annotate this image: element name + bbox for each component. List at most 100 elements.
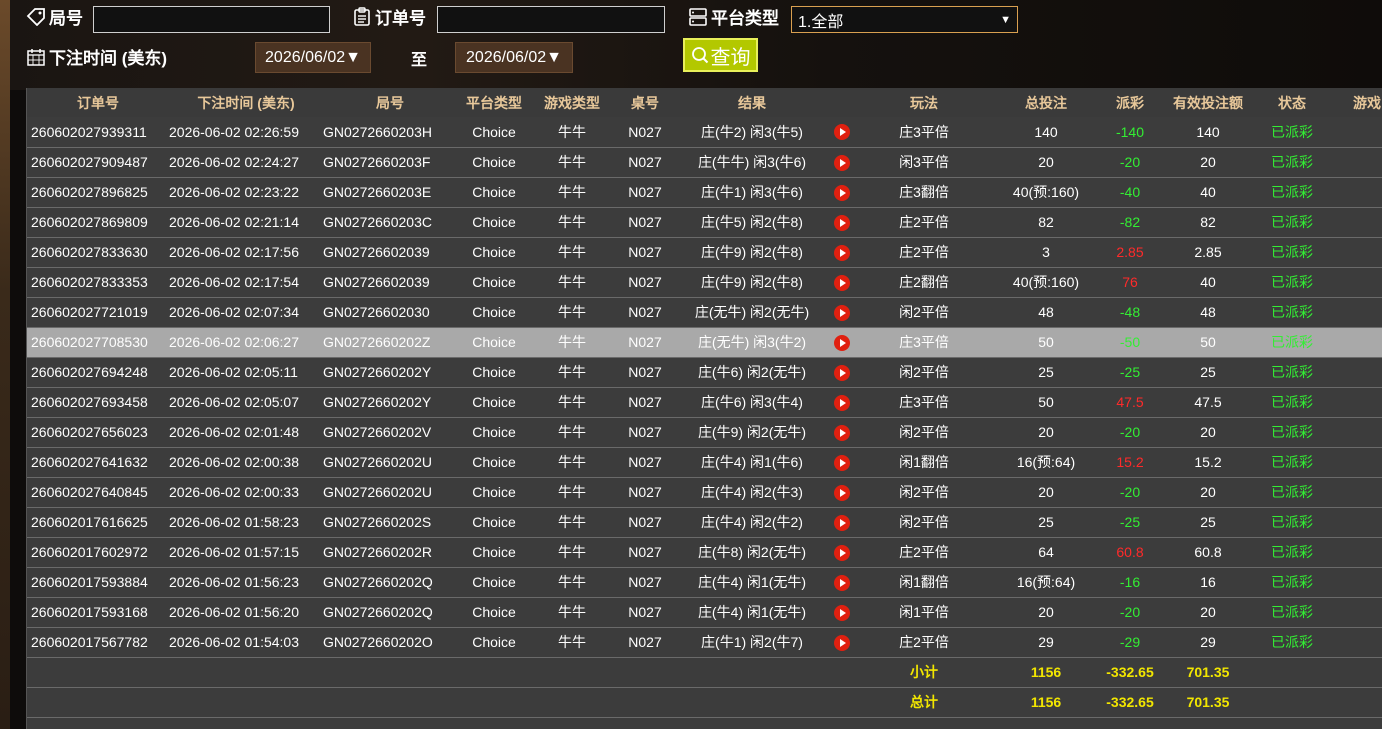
play-replay-icon[interactable] — [834, 604, 850, 621]
play-replay-icon[interactable] — [834, 454, 850, 471]
total-bet-cell: 64 — [991, 537, 1101, 568]
platform-cell: Choice — [457, 207, 531, 238]
result-cell: 庄(牛6) 闲3(牛4) — [677, 387, 827, 418]
order-label: 订单号 — [352, 4, 426, 29]
game-type-cell: 牛牛 — [531, 267, 613, 298]
play-replay-icon[interactable] — [834, 274, 850, 291]
play-replay-icon[interactable] — [834, 544, 850, 561]
total-row-valid: 701.35 — [1159, 687, 1257, 718]
table-row[interactable]: 260602027833630 2026-06-02 02:17:56 GN0272… — [27, 237, 1382, 268]
col-total-bet-header: 总投注 — [991, 88, 1101, 117]
table-header-row: 订单号 下注时间 (美东) 局号 平台类型 游戏类型 桌号 结果 玩法 总投注 派彩 有效投注额 状态… — [27, 88, 1382, 117]
payout-cell: -140 — [1101, 117, 1159, 148]
table-row[interactable]: 260602017616625 2026-06-02 01:58:23 GN0272… — [27, 507, 1382, 538]
valid-bet-cell: 50 — [1159, 327, 1257, 358]
valid-bet-cell: 40 — [1159, 177, 1257, 208]
platform-select[interactable]: 1.全部 ▼ — [791, 6, 1018, 33]
total-row-spacer-end — [1257, 687, 1382, 718]
table-row[interactable]: 260602017567782 2026-06-02 01:54:03 GN0272… — [27, 627, 1382, 658]
table-row[interactable]: 260602017593168 2026-06-02 01:56:20 GN0272… — [27, 597, 1382, 628]
table-no-cell: N027 — [613, 297, 677, 328]
table-row[interactable]: 260602027640845 2026-06-02 02:00:33 GN0272… — [27, 477, 1382, 508]
table-no-cell: N027 — [613, 237, 677, 268]
result-cell: 庄(无牛) 闲3(牛2) — [677, 327, 827, 358]
date-from-arrow-icon: ▼ — [345, 48, 361, 66]
play-replay-icon[interactable] — [834, 124, 850, 141]
table-no-cell: N027 — [613, 147, 677, 178]
orders-table: 订单号 下注时间 (美东) 局号 平台类型 游戏类型 桌号 结果 玩法 总投注 派彩 有效投注额 状态… — [27, 88, 1382, 729]
play-replay-icon[interactable] — [834, 424, 850, 441]
total-bet-cell: 48 — [991, 297, 1101, 328]
payout-cell: 47.5 — [1101, 387, 1159, 418]
play-replay-icon[interactable] — [834, 214, 850, 231]
play-replay-icon[interactable] — [834, 364, 850, 381]
date-from-picker[interactable]: 2026/06/02 ▼ — [255, 42, 371, 73]
play-replay-icon[interactable] — [834, 484, 850, 501]
valid-bet-cell: 140 — [1159, 117, 1257, 148]
table-row[interactable]: 260602027693458 2026-06-02 02:05:07 GN0272… — [27, 387, 1382, 418]
play-replay-icon[interactable] — [834, 304, 850, 321]
play-replay-icon[interactable] — [834, 574, 850, 591]
table-row[interactable]: 260602017593884 2026-06-02 01:56:23 GN0272… — [27, 567, 1382, 598]
table-row[interactable]: 260602017602972 2026-06-02 01:57:15 GN0272… — [27, 537, 1382, 568]
play-replay-icon[interactable] — [834, 634, 850, 651]
order-no-cell: 260602027693458 — [27, 387, 169, 418]
dropdown-arrow-icon: ▼ — [1000, 13, 1011, 26]
table-row[interactable]: 260602027909487 2026-06-02 02:24:27 GN0272… — [27, 147, 1382, 178]
game-type-cell: 牛牛 — [531, 237, 613, 268]
result-cell: 庄(牛6) 闲2(无牛) — [677, 357, 827, 388]
order-no-cell: 260602017616625 — [27, 507, 169, 538]
play-replay-icon[interactable] — [834, 244, 850, 261]
game-type-cell: 牛牛 — [531, 627, 613, 658]
round-no-cell: GN0272660202U — [323, 477, 457, 508]
valid-bet-cell: 25 — [1159, 357, 1257, 388]
round-no-cell: GN0272660202U — [323, 447, 457, 478]
play-replay-icon[interactable] — [834, 154, 850, 171]
table-row[interactable]: 260602027708530 2026-06-02 02:06:27 GN0272… — [27, 327, 1382, 358]
table-row[interactable]: 260602027869809 2026-06-02 02:21:14 GN0272… — [27, 207, 1382, 238]
table-row[interactable]: 260602027939311 2026-06-02 02:26:59 GN0272… — [27, 117, 1382, 148]
bet-time-cell: 2026-06-02 02:26:59 — [169, 117, 323, 148]
replay-cell — [827, 297, 857, 328]
game-cell — [1327, 627, 1382, 658]
round-no-cell: GN0272660203H — [323, 117, 457, 148]
total-bet-cell: 25 — [991, 507, 1101, 538]
table-row[interactable]: 260602027896825 2026-06-02 02:23:22 GN0272… — [27, 177, 1382, 208]
play-replay-icon[interactable] — [834, 514, 850, 531]
date-to-picker[interactable]: 2026/06/02 ▼ — [455, 42, 573, 73]
total-row-bet: 1156 — [991, 687, 1101, 718]
replay-cell — [827, 177, 857, 208]
result-cell: 庄(牛2) 闲3(牛5) — [677, 117, 827, 148]
order-input[interactable] — [437, 6, 665, 33]
result-cell: 庄(牛牛) 闲3(牛6) — [677, 147, 827, 178]
platform-cell: Choice — [457, 567, 531, 598]
round-no-cell: GN0272660202S — [323, 507, 457, 538]
play-replay-icon[interactable] — [834, 394, 850, 411]
round-no-cell: GN02726602030 — [323, 297, 457, 328]
table-no-cell: N027 — [613, 417, 677, 448]
game-cell — [1327, 147, 1382, 178]
play-type-cell: 闲1平倍 — [857, 597, 991, 628]
payout-cell: -20 — [1101, 477, 1159, 508]
table-no-cell: N027 — [613, 357, 677, 388]
table-row[interactable]: 260602027694248 2026-06-02 02:05:11 GN0272… — [27, 357, 1382, 388]
query-button[interactable]: 查询 — [683, 38, 758, 72]
to-label: 至 — [411, 52, 428, 69]
subtotal-row-spacer — [27, 657, 857, 688]
play-replay-icon[interactable] — [834, 334, 850, 351]
table-row[interactable]: 260602027721019 2026-06-02 02:07:34 GN0272… — [27, 297, 1382, 328]
status-cell: 已派彩 — [1257, 507, 1327, 538]
bet-time-cell: 2026-06-02 02:23:22 — [169, 177, 323, 208]
round-input[interactable] — [93, 6, 330, 33]
col-game-type-header: 游戏类型 — [531, 88, 613, 117]
valid-bet-cell: 60.8 — [1159, 537, 1257, 568]
round-no-cell: GN0272660202R — [323, 537, 457, 568]
table-row[interactable]: 260602027656023 2026-06-02 02:01:48 GN0272… — [27, 417, 1382, 448]
payout-cell: -48 — [1101, 297, 1159, 328]
table-row[interactable]: 260602027641632 2026-06-02 02:00:38 GN0272… — [27, 447, 1382, 478]
play-replay-icon[interactable] — [834, 184, 850, 201]
table-row[interactable]: 260602027833353 2026-06-02 02:17:54 GN0272… — [27, 267, 1382, 298]
status-cell: 已派彩 — [1257, 147, 1327, 178]
bet-time-cell: 2026-06-02 01:56:20 — [169, 597, 323, 628]
total-bet-cell: 20 — [991, 147, 1101, 178]
